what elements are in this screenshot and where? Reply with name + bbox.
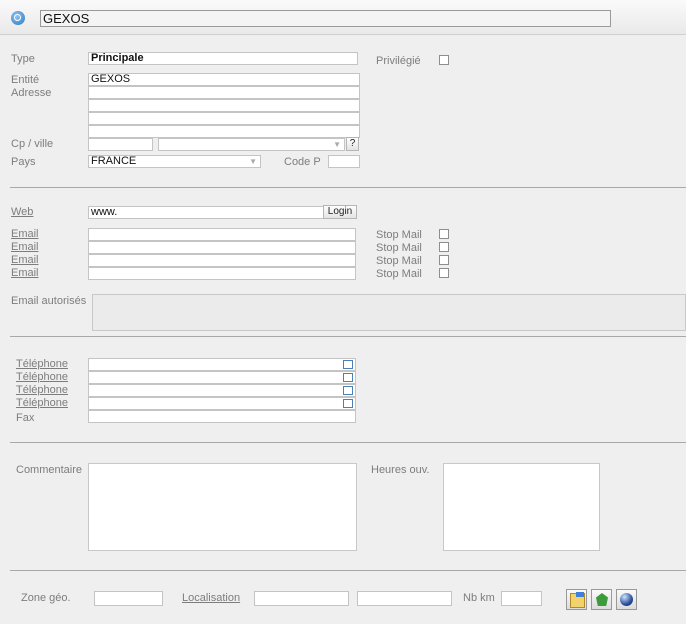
comment-label: Commentaire bbox=[16, 464, 83, 476]
stop-mail-label: Stop Mail bbox=[376, 242, 422, 254]
zone-geo-field[interactable] bbox=[94, 591, 163, 606]
divider bbox=[10, 336, 686, 337]
phone-field[interactable] bbox=[88, 397, 356, 410]
web-field[interactable]: www. bbox=[88, 206, 324, 219]
phone-link[interactable]: Téléphone bbox=[16, 371, 68, 383]
authorized-emails-label: Email autorisés bbox=[11, 295, 87, 307]
divider bbox=[10, 570, 686, 571]
email-link[interactable]: Email bbox=[11, 241, 39, 253]
code-p-field[interactable] bbox=[328, 155, 360, 168]
email-link[interactable]: Email bbox=[11, 267, 39, 279]
privilege-checkbox[interactable] bbox=[439, 55, 449, 65]
call-icon[interactable] bbox=[343, 386, 353, 395]
email-link[interactable]: Email bbox=[11, 254, 39, 266]
globe-icon[interactable] bbox=[616, 589, 637, 610]
opening-hours-label: Heures ouv. bbox=[371, 464, 430, 476]
chevron-down-icon: ▼ bbox=[333, 140, 341, 149]
stop-mail-checkbox[interactable] bbox=[439, 229, 449, 239]
email-link[interactable]: Email bbox=[11, 228, 39, 240]
stop-mail-checkbox[interactable] bbox=[439, 242, 449, 252]
call-icon[interactable] bbox=[343, 360, 353, 369]
call-icon[interactable] bbox=[343, 373, 353, 382]
email-field[interactable] bbox=[88, 228, 356, 241]
phone-field[interactable] bbox=[88, 371, 356, 384]
postal-code-field[interactable] bbox=[88, 138, 153, 151]
phone-field[interactable] bbox=[88, 358, 356, 371]
phone-link[interactable]: Téléphone bbox=[16, 384, 68, 396]
entity-label: Entité bbox=[11, 74, 40, 86]
email-field[interactable] bbox=[88, 254, 356, 267]
stop-mail-checkbox[interactable] bbox=[439, 255, 449, 265]
divider bbox=[10, 187, 686, 188]
type-field[interactable]: Principale bbox=[88, 52, 358, 65]
opening-hours-textarea[interactable] bbox=[443, 463, 600, 551]
city-help-button[interactable]: ? bbox=[346, 137, 359, 151]
chevron-down-icon: ▼ bbox=[249, 157, 257, 166]
city-select[interactable]: ▼ bbox=[158, 138, 345, 151]
comment-textarea[interactable] bbox=[88, 463, 357, 551]
address-line-3[interactable] bbox=[88, 112, 360, 125]
nb-km-label: Nb km bbox=[463, 592, 495, 604]
email-field[interactable] bbox=[88, 267, 356, 280]
authorized-emails-field[interactable] bbox=[92, 294, 686, 331]
fax-label: Fax bbox=[16, 412, 35, 424]
phone-link[interactable]: Téléphone bbox=[16, 358, 68, 370]
phone-link[interactable]: Téléphone bbox=[16, 397, 68, 409]
stop-mail-label: Stop Mail bbox=[376, 268, 422, 280]
localisation-field-1[interactable] bbox=[254, 591, 349, 606]
stop-mail-label: Stop Mail bbox=[376, 255, 422, 267]
address-label: Adresse bbox=[11, 87, 52, 99]
search-input[interactable]: GEXOS bbox=[40, 10, 611, 27]
entity-field[interactable]: GEXOS bbox=[88, 73, 360, 86]
stop-mail-checkbox[interactable] bbox=[439, 268, 449, 278]
search-icon[interactable] bbox=[11, 11, 25, 25]
privilege-label: Privilégié bbox=[376, 55, 421, 67]
nb-km-field[interactable] bbox=[501, 591, 542, 606]
stop-mail-label: Stop Mail bbox=[376, 229, 422, 241]
divider bbox=[10, 442, 686, 443]
map-icon[interactable] bbox=[566, 589, 587, 610]
fax-field[interactable] bbox=[88, 410, 356, 423]
address-line-2[interactable] bbox=[88, 99, 360, 112]
type-label: Type bbox=[11, 53, 35, 65]
address-line-1[interactable] bbox=[88, 86, 360, 99]
localisation-field-2[interactable] bbox=[357, 591, 452, 606]
address-line-4[interactable] bbox=[88, 125, 360, 138]
login-button[interactable]: Login bbox=[323, 205, 357, 219]
country-label: Pays bbox=[11, 156, 36, 168]
localisation-link[interactable]: Localisation bbox=[182, 592, 240, 604]
email-field[interactable] bbox=[88, 241, 356, 254]
code-p-label: Code P bbox=[284, 156, 321, 168]
france-map-icon[interactable] bbox=[591, 589, 612, 610]
call-icon[interactable] bbox=[343, 399, 353, 408]
web-link[interactable]: Web bbox=[11, 206, 33, 218]
phone-field[interactable] bbox=[88, 384, 356, 397]
zone-geo-label: Zone géo. bbox=[21, 592, 71, 604]
country-select[interactable]: FRANCE ▼ bbox=[88, 155, 261, 168]
cp-city-label: Cp / ville bbox=[11, 138, 54, 150]
